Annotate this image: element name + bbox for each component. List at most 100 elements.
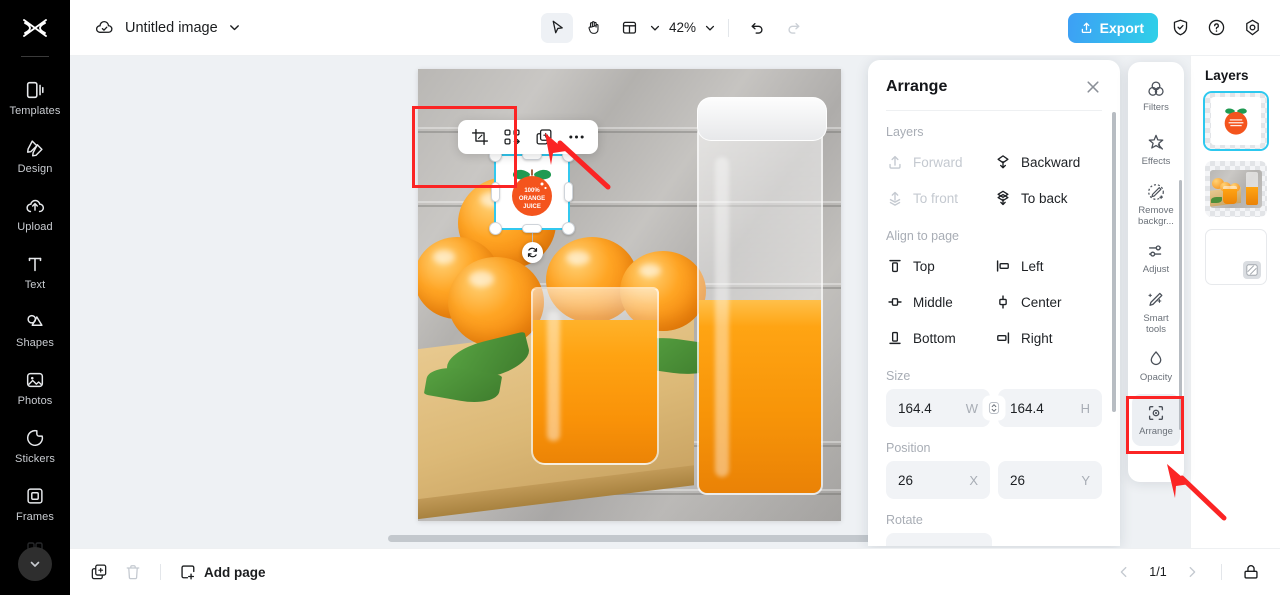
forward-action[interactable]: Forward: [886, 145, 994, 179]
prev-page-button[interactable]: [1109, 557, 1139, 587]
select-tool-button[interactable]: [540, 12, 573, 43]
page-indicator: 1/1: [1149, 565, 1167, 579]
bottom-bar-left: Add page: [70, 557, 272, 587]
rail-item-opacity[interactable]: Opacity: [1132, 340, 1180, 392]
transform-button[interactable]: [498, 124, 526, 150]
to-front-action[interactable]: To front: [886, 181, 994, 215]
export-upload-icon: [1081, 22, 1091, 34]
present-button[interactable]: [1236, 557, 1266, 587]
sidebar-item-frames[interactable]: Frames: [0, 475, 70, 533]
rotate-field[interactable]: 0º: [886, 533, 992, 546]
rotate-fields: 0º: [886, 533, 1102, 546]
rail-item-smart-tools[interactable]: Smart tools: [1132, 286, 1180, 338]
align-right-action[interactable]: Right: [994, 321, 1102, 355]
height-field[interactable]: 164.4 H: [998, 389, 1102, 427]
layer-item-background[interactable]: [1204, 229, 1267, 285]
rail-item-remove-background[interactable]: Remove backgr...: [1132, 178, 1180, 230]
sidebar-item-photos[interactable]: Photos: [0, 359, 70, 417]
layers-panel: Layers: [1190, 56, 1280, 548]
add-page-button[interactable]: Add page: [173, 563, 272, 581]
carafe-lid: [697, 97, 827, 141]
undo-button[interactable]: [741, 13, 773, 43]
upload-cloud-icon: [26, 199, 45, 213]
resize-handle-bottom[interactable]: [522, 224, 542, 233]
aspect-ratio-lock-button[interactable]: [985, 398, 1003, 418]
sticker-line-3: JUICE: [523, 204, 541, 210]
chevron-down-icon: [30, 561, 40, 567]
help-button[interactable]: [1202, 14, 1230, 42]
sidebar-item-shapes[interactable]: Shapes: [0, 301, 70, 359]
document-title[interactable]: Untitled image: [125, 20, 218, 36]
layer-item-sticker[interactable]: [1204, 93, 1267, 149]
sidebar-item-text[interactable]: Text: [0, 243, 70, 301]
rail-scrollbar[interactable]: [1179, 180, 1182, 430]
position-x-field[interactable]: 26 X: [886, 461, 990, 499]
arrange-close-button[interactable]: [1084, 78, 1102, 96]
layout-grid-icon: [622, 21, 636, 34]
resize-handle-left[interactable]: [491, 182, 500, 202]
height-unit: H: [1080, 400, 1090, 416]
layer-item-photo[interactable]: [1204, 161, 1267, 217]
to-back-action[interactable]: To back: [994, 181, 1102, 215]
action-label: Top: [913, 258, 935, 274]
size-fields: 164.4 W 164.4 H: [886, 389, 1102, 427]
sidebar-item-upload[interactable]: Upload: [0, 185, 70, 243]
chevron-down-icon[interactable]: [704, 22, 716, 34]
chevron-down-icon[interactable]: [228, 21, 241, 34]
zoom-level[interactable]: 42%: [665, 20, 700, 35]
canvas-horizontal-scrollbar[interactable]: [388, 535, 940, 542]
position-y-field[interactable]: 26 Y: [998, 461, 1102, 499]
position-fields: 26 X 26 Y: [886, 461, 1102, 499]
sidebar-item-design[interactable]: Design: [0, 127, 70, 185]
duplicate-button[interactable]: [530, 124, 558, 150]
delete-page-button[interactable]: [118, 557, 148, 587]
forward-icon: [889, 155, 901, 169]
arrange-body: Layers Forward Backward To front To back…: [868, 125, 1120, 546]
crop-button[interactable]: [466, 124, 494, 150]
align-left-action[interactable]: Left: [994, 249, 1102, 283]
text-icon: [28, 257, 42, 272]
resize-handle-bl[interactable]: [489, 222, 502, 235]
element-more-button[interactable]: [562, 124, 590, 150]
rail-item-effects[interactable]: Effects: [1132, 124, 1180, 176]
flip-transform-icon: [504, 129, 520, 145]
resize-handle-right[interactable]: [564, 182, 573, 202]
rail-item-arrange[interactable]: Arrange: [1132, 394, 1180, 446]
duplicate-page-button[interactable]: [84, 557, 114, 587]
app-logo[interactable]: [0, 0, 70, 56]
sidebar-item-stickers[interactable]: Stickers: [0, 417, 70, 475]
arrange-header: Arrange: [868, 60, 1120, 96]
backward-action[interactable]: Backward: [994, 145, 1102, 179]
rail-item-filters[interactable]: Filters: [1132, 70, 1180, 122]
rail-label: Arrange: [1139, 426, 1173, 437]
orange-fruit: [448, 257, 544, 347]
rail-item-adjust[interactable]: Adjust: [1132, 232, 1180, 284]
export-button[interactable]: Export: [1067, 12, 1158, 43]
resize-handle-br[interactable]: [562, 222, 575, 235]
layout-tool-button[interactable]: [613, 13, 645, 43]
settings-button[interactable]: [1238, 14, 1266, 42]
next-page-button[interactable]: [1177, 557, 1207, 587]
sidebar-item-templates[interactable]: Templates: [0, 69, 70, 127]
rotate-handle[interactable]: [522, 242, 543, 263]
shield-button[interactable]: [1166, 14, 1194, 42]
orange-juice-sticker[interactable]: 100% ORANGE JUICE: [502, 162, 562, 222]
sidebar-more-button[interactable]: [18, 547, 52, 581]
width-value: 164.4: [898, 400, 932, 416]
rail-label: Effects: [1141, 156, 1171, 167]
width-field[interactable]: 164.4 W: [886, 389, 990, 427]
chevron-down-icon[interactable]: [649, 22, 661, 34]
rotate-value: 0º: [898, 545, 910, 547]
hand-tool-button[interactable]: [577, 13, 609, 43]
design-icon: [26, 140, 43, 157]
align-bottom-action[interactable]: Bottom: [886, 321, 994, 355]
cursor-select-icon: [552, 20, 563, 34]
action-label: Forward: [913, 154, 963, 170]
redo-button[interactable]: [777, 13, 809, 43]
align-center-action[interactable]: Center: [994, 285, 1102, 319]
sidebar-label: Photos: [17, 395, 53, 407]
align-top-action[interactable]: Top: [886, 249, 994, 283]
position-x-value: 26: [898, 472, 914, 488]
arrange-panel-scrollbar[interactable]: [1112, 112, 1116, 412]
align-middle-action[interactable]: Middle: [886, 285, 994, 319]
